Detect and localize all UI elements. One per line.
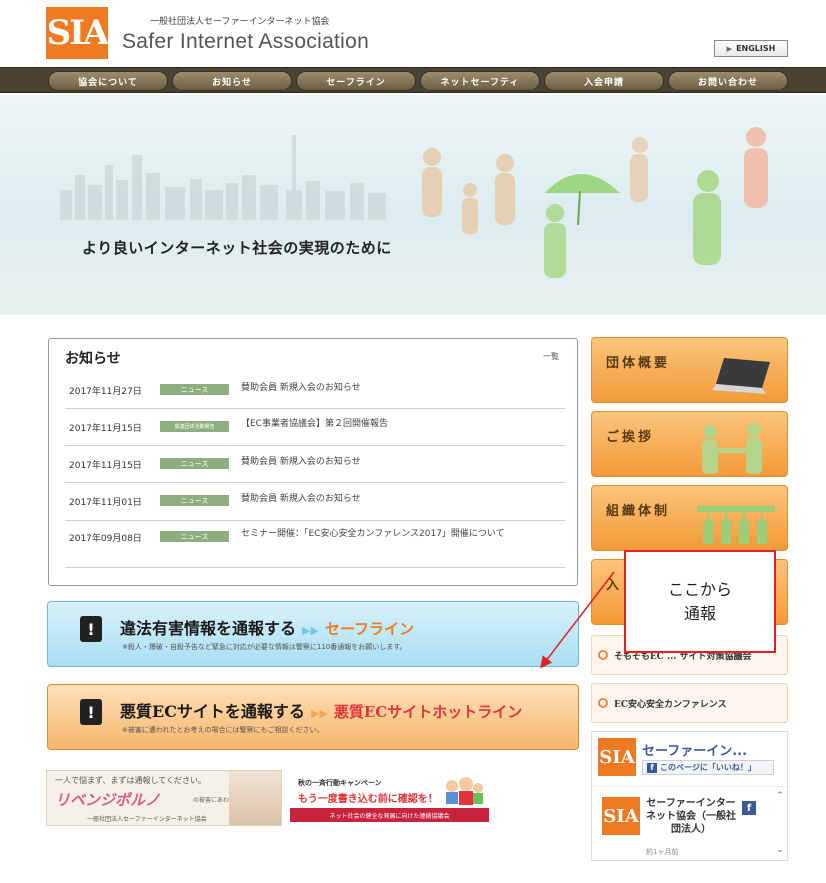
- facebook-feed: SIA セーファーインターネット協会（一般社団法人） f 約1ヶ月前 ⌃ ⌄: [592, 786, 787, 860]
- campaign-ad-line1: 秋の一斉行動キャンペーン: [298, 779, 382, 787]
- sidebar-card-overview[interactable]: 団体概要: [591, 337, 788, 403]
- safeline-banner-accent: セーフライン: [324, 620, 415, 638]
- chevron-down-icon: ⌄: [776, 845, 784, 855]
- safeline-report-banner[interactable]: ! 違法有害情報を通報する ▶▶ セーフライン ※殺人・爆破・自殺予告など緊急に対応…: [47, 601, 579, 667]
- revenge-ad-headline: リベンジポルノ: [55, 791, 161, 809]
- org-name-en: Safer Internet Association: [122, 30, 370, 53]
- safeline-banner-note: ※殺人・爆破・自殺予告など緊急に対応が必要な情報は警察に110番通報をお願いしま…: [122, 643, 407, 651]
- news-panel: お知らせ 一覧 2017年11月27日 ニュース 賛助会員 新規入会のお知らせ …: [48, 338, 578, 586]
- circle-bullet-icon: [598, 698, 608, 708]
- exclamation-icon: !: [80, 616, 102, 642]
- news-item[interactable]: 2017年11月27日 ニュース 賛助会員 新規入会のお知らせ: [65, 373, 565, 409]
- hero-illustration: [60, 127, 768, 278]
- news-item[interactable]: 2017年09月08日 ニュース セミナー開催：「EC安心安全カンファレンス20…: [65, 521, 565, 568]
- news-item[interactable]: 2017年11月15日 ニュース 賛助会員 新規入会のお知らせ: [65, 446, 565, 483]
- sidebar-link-label: EC安心安全カンファレンス: [614, 699, 727, 710]
- sidebar-card-label: ご挨拶: [606, 430, 655, 445]
- ec-banner-note: ※被害に遭われたとお考えの場合には警察にもご相談ください。: [122, 726, 324, 734]
- sidebar-card-label: 団体概要: [606, 356, 671, 371]
- play-icon: ▶: [726, 44, 733, 53]
- org-chart-icon: [697, 506, 775, 544]
- facebook-like-label: このページに「いいね！」: [660, 763, 756, 772]
- ec-hotline-report-banner[interactable]: ! 悪質ECサイトを通報する ▶▶ 悪質ECサイトホットライン ※被害に遭われたとお…: [47, 684, 579, 750]
- global-nav: 協会について お知らせ セーフライン ネットセーフティ 入会申請 お問い合わせ: [0, 67, 826, 93]
- news-more-link[interactable]: 一覧: [543, 351, 559, 362]
- sidebar-card-label: 入: [606, 578, 623, 593]
- sidebar-card-label: 組織体制: [606, 504, 671, 519]
- news-text[interactable]: 賛助会員 新規入会のお知らせ: [241, 492, 559, 507]
- chevron-up-icon: ⌃: [776, 791, 784, 801]
- facebook-feed-avatar[interactable]: SIA: [602, 797, 640, 835]
- nav-item-news[interactable]: お知らせ: [172, 71, 292, 91]
- campaign-ad[interactable]: 秋の一斉行動キャンペーン もう一度書き込む前に確認を！ ネット社会の健全な発展に…: [290, 774, 489, 824]
- news-badge: ニュース: [160, 495, 229, 506]
- double-arrow-icon: ▶▶: [310, 707, 328, 720]
- facebook-feed-name[interactable]: セーファーインターネット協会（一般社団法人）: [646, 797, 736, 836]
- ec-banner-accent: 悪質ECサイトホットライン: [333, 703, 523, 721]
- campaign-ad-headline: もう一度書き込む前に確認を！: [298, 794, 438, 805]
- ec-banner-main: 悪質ECサイトを通報する: [120, 702, 305, 721]
- news-item[interactable]: 2017年11月01日 ニュース 賛助会員 新規入会のお知らせ: [65, 483, 565, 521]
- org-name-jp: 一般社団法人セーファーインターネット協会: [150, 17, 330, 27]
- news-text[interactable]: 賛助会員 新規入会のお知らせ: [241, 381, 559, 396]
- facebook-feed-time: 約1ヶ月前: [646, 848, 679, 856]
- family-illustration-icon: [446, 777, 483, 805]
- hero-tagline: より良いインターネット社会の実現のために: [82, 239, 392, 257]
- news-text[interactable]: 賛助会員 新規入会のお知らせ: [241, 455, 559, 470]
- revenge-ad-footer: 一般社団法人セーファーインターネット協会: [87, 816, 207, 823]
- exclamation-icon: !: [80, 699, 102, 725]
- facebook-icon: f: [647, 762, 657, 773]
- nav-item-join[interactable]: 入会申請: [544, 71, 664, 91]
- nav-item-contact[interactable]: お問い合わせ: [668, 71, 788, 91]
- news-item[interactable]: 2017年11月15日 関連団体活動報告 【EC事業者協議会】第２回開催報告: [65, 409, 565, 446]
- safeline-banner-text: 違法有害情報を通報する ▶▶ セーフライン: [120, 615, 414, 639]
- safeline-banner-main: 違法有害情報を通報する: [120, 619, 297, 638]
- news-title: お知らせ: [65, 351, 121, 367]
- news-date: 2017年11月15日: [69, 461, 142, 471]
- feed-scrollbar[interactable]: ⌃ ⌄: [775, 791, 785, 857]
- news-badge: 関連団体活動報告: [160, 421, 229, 432]
- facebook-page-name[interactable]: セーファーイン...: [642, 740, 747, 759]
- english-button-label: ENGLISH: [736, 44, 776, 53]
- sidebar-card-greeting[interactable]: ご挨拶: [591, 411, 788, 477]
- news-badge: ニュース: [160, 531, 229, 542]
- revenge-ad-line1: 一人で悩まず、まずは通報してください。: [55, 776, 206, 785]
- news-date: 2017年11月15日: [69, 424, 142, 434]
- english-button[interactable]: ▶ ENGLISH: [714, 40, 788, 57]
- callout-line2: 通報: [683, 603, 716, 623]
- campaign-ad-bar: ネット社会の健全な発展に向けた連絡協議会: [290, 808, 489, 822]
- sidebar-link-ec-conference[interactable]: EC安心安全カンファレンス: [591, 683, 788, 723]
- news-date: 2017年09月08日: [69, 534, 142, 544]
- nav-item-about[interactable]: 協会について: [48, 71, 168, 91]
- ec-banner-text: 悪質ECサイトを通報する ▶▶ 悪質ECサイトホットライン: [120, 698, 522, 722]
- news-date: 2017年11月01日: [69, 498, 142, 508]
- revenge-porn-ad[interactable]: 一人で悩まず、まずは通報してください。 リベンジポルノ の被害にあわれたら 一般…: [46, 770, 282, 826]
- facebook-widget: SIA セーファーイン... f このページに「いいね！」 SIA セーファーイン…: [591, 731, 788, 861]
- double-arrow-icon: ▶▶: [302, 624, 319, 637]
- facebook-page-avatar[interactable]: SIA: [598, 738, 636, 776]
- person-photo: [229, 771, 281, 825]
- handshake-icon: [702, 423, 762, 474]
- news-text[interactable]: 【EC事業者協議会】第２回開催報告: [241, 417, 559, 432]
- news-badge: ニュース: [160, 384, 229, 395]
- annotation-callout: ここから 通報: [624, 550, 776, 653]
- sia-logo[interactable]: SIA: [46, 7, 110, 59]
- facebook-icon: f: [742, 801, 756, 815]
- news-badge: ニュース: [160, 458, 229, 469]
- sidebar-card-organization[interactable]: 組織体制: [591, 485, 788, 551]
- facebook-like-button[interactable]: f このページに「いいね！」: [642, 760, 774, 775]
- circle-bullet-icon: [598, 650, 608, 660]
- logo-text: SIA: [46, 13, 110, 53]
- nav-item-net-safety[interactable]: ネットセーフティ: [420, 71, 540, 91]
- callout-line1: ここから: [667, 579, 732, 599]
- hero-banner: より良いインターネット社会の実現のために: [0, 95, 826, 315]
- news-date: 2017年11月27日: [69, 387, 142, 397]
- news-text[interactable]: セミナー開催：「EC安心安全カンファレンス2017」開催について: [241, 527, 559, 542]
- laptop-icon: [712, 358, 770, 394]
- nav-item-safeline[interactable]: セーフライン: [296, 71, 416, 91]
